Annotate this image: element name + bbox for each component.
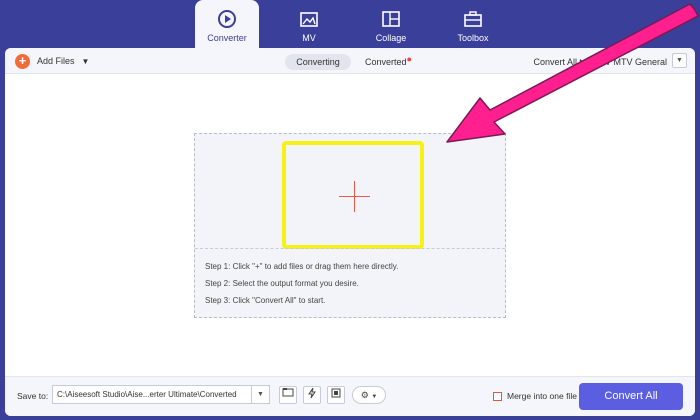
step-1-text: Step 1: Click "+" to add files or drag t…	[205, 262, 399, 271]
chevron-down-icon[interactable]: ▼	[251, 386, 269, 403]
merge-label: Merge into one file	[507, 391, 577, 401]
add-files-label: Add Files	[37, 56, 75, 66]
open-folder-button[interactable]	[279, 386, 297, 404]
top-navigation: Converter MV Collage Toolbox	[0, 0, 700, 50]
tab-collage[interactable]: Collage	[359, 0, 423, 48]
tab-label: MV	[302, 33, 316, 43]
save-path-field[interactable]: C:\Aiseesoft Studio\Aise...erter Ultimat…	[52, 385, 270, 404]
tab-mv[interactable]: MV	[277, 0, 341, 48]
save-path-value: C:\Aiseesoft Studio\Aise...erter Ultimat…	[57, 390, 237, 399]
tab-toolbox[interactable]: Toolbox	[441, 0, 505, 48]
folder-icon	[282, 388, 294, 397]
converted-label: Converted	[365, 57, 407, 67]
drop-zone[interactable]: Step 1: Click "+" to add files or drag t…	[194, 133, 506, 318]
chevron-down-icon: ▼	[371, 394, 378, 400]
save-to-label: Save to:	[17, 391, 49, 401]
converter-icon	[218, 10, 236, 28]
add-icon: +	[15, 53, 30, 69]
format-dropdown-button[interactable]: ▼	[672, 53, 687, 68]
chip-off-icon	[331, 388, 341, 398]
tab-converting[interactable]: Converting	[285, 54, 351, 70]
convert-all-button[interactable]: Convert All	[579, 383, 683, 410]
tab-label: Toolbox	[457, 33, 489, 43]
tab-label: Collage	[375, 33, 407, 43]
add-files-button[interactable]: + Add Files ▼	[15, 53, 89, 69]
chevron-down-icon[interactable]: ▼	[82, 57, 90, 66]
settings-button[interactable]: ⚙ ▼	[352, 386, 386, 404]
divider	[195, 248, 505, 249]
convert-all-format[interactable]: Convert All to: MTV MTV General	[533, 54, 667, 70]
bottom-bar: Save to: C:\Aiseesoft Studio\Aise...erte…	[5, 376, 695, 416]
lightning-off-icon	[308, 387, 316, 399]
notification-dot-icon: ●	[406, 54, 412, 64]
hardware-acceleration-button[interactable]	[303, 386, 321, 404]
tab-converter[interactable]: Converter	[195, 0, 259, 50]
collage-icon	[382, 11, 400, 27]
mv-icon	[300, 12, 318, 27]
tab-label: Converter	[207, 33, 247, 43]
gear-icon: ⚙	[360, 390, 369, 400]
converter-panel: + Add Files ▼ Converting Converted● Conv…	[5, 48, 695, 416]
step-2-text: Step 2: Select the output format you des…	[205, 279, 359, 288]
gpu-acceleration-button[interactable]	[327, 386, 345, 404]
merge-checkbox[interactable]: Merge into one file	[493, 391, 577, 401]
toolbar: + Add Files ▼ Converting Converted● Conv…	[5, 48, 695, 74]
tab-converted[interactable]: Converted●	[365, 54, 412, 70]
checkbox-icon[interactable]	[493, 391, 502, 401]
plus-icon-vertical	[354, 181, 355, 212]
toolbox-icon	[464, 11, 482, 27]
step-3-text: Step 3: Click "Convert All" to start.	[205, 296, 326, 305]
add-file-box[interactable]	[282, 141, 424, 249]
